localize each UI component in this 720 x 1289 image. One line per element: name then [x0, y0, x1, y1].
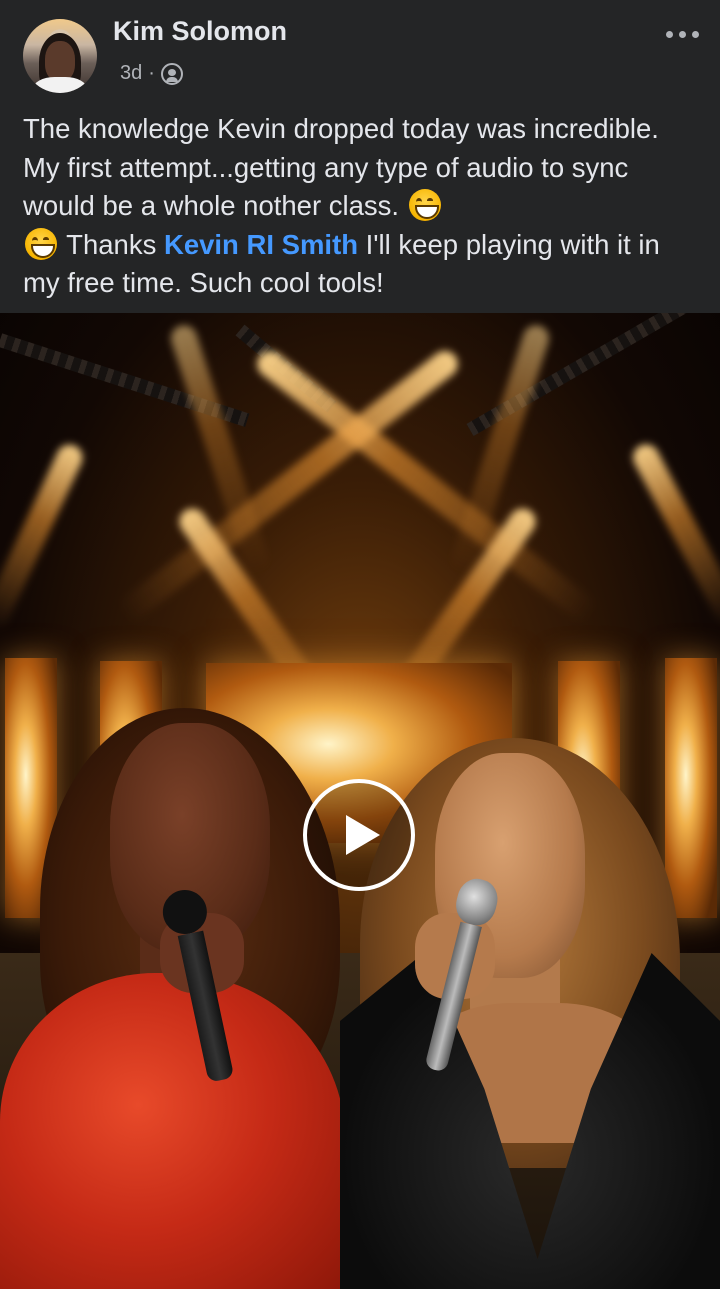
- led-screen: [665, 658, 717, 918]
- more-dot: [678, 30, 686, 38]
- play-icon: [346, 815, 380, 855]
- avatar-face: [45, 41, 75, 81]
- avatar-shirt: [33, 77, 87, 93]
- post-timestamp[interactable]: 3d: [120, 62, 142, 85]
- grinning-emoji-icon: [408, 189, 441, 221]
- light-beam: [628, 439, 720, 629]
- globe-icon[interactable]: [160, 62, 183, 85]
- video-player[interactable]: [0, 313, 720, 1289]
- post-text-part2: Thanks: [59, 228, 164, 260]
- post-header: Kim Solomon 3d ·: [0, 0, 720, 105]
- left-singer-dress: [0, 973, 345, 1289]
- light-beam: [0, 440, 87, 633]
- post-text: The knowledge Kevin dropped today was in…: [23, 110, 703, 303]
- author-name[interactable]: Kim Solomon: [113, 16, 287, 47]
- more-dots-icon: [665, 30, 673, 38]
- post-text-part1: The knowledge Kevin dropped today was in…: [23, 113, 659, 221]
- more-options-button[interactable]: [660, 24, 704, 44]
- meta-separator: ·: [148, 62, 155, 84]
- author-avatar[interactable]: [23, 19, 97, 93]
- mention-link[interactable]: Kevin RI Smith: [164, 229, 358, 260]
- play-button[interactable]: [303, 779, 415, 891]
- grinning-emoji-icon: [25, 227, 57, 260]
- more-dot: [691, 30, 699, 38]
- post-meta: 3d ·: [120, 62, 183, 85]
